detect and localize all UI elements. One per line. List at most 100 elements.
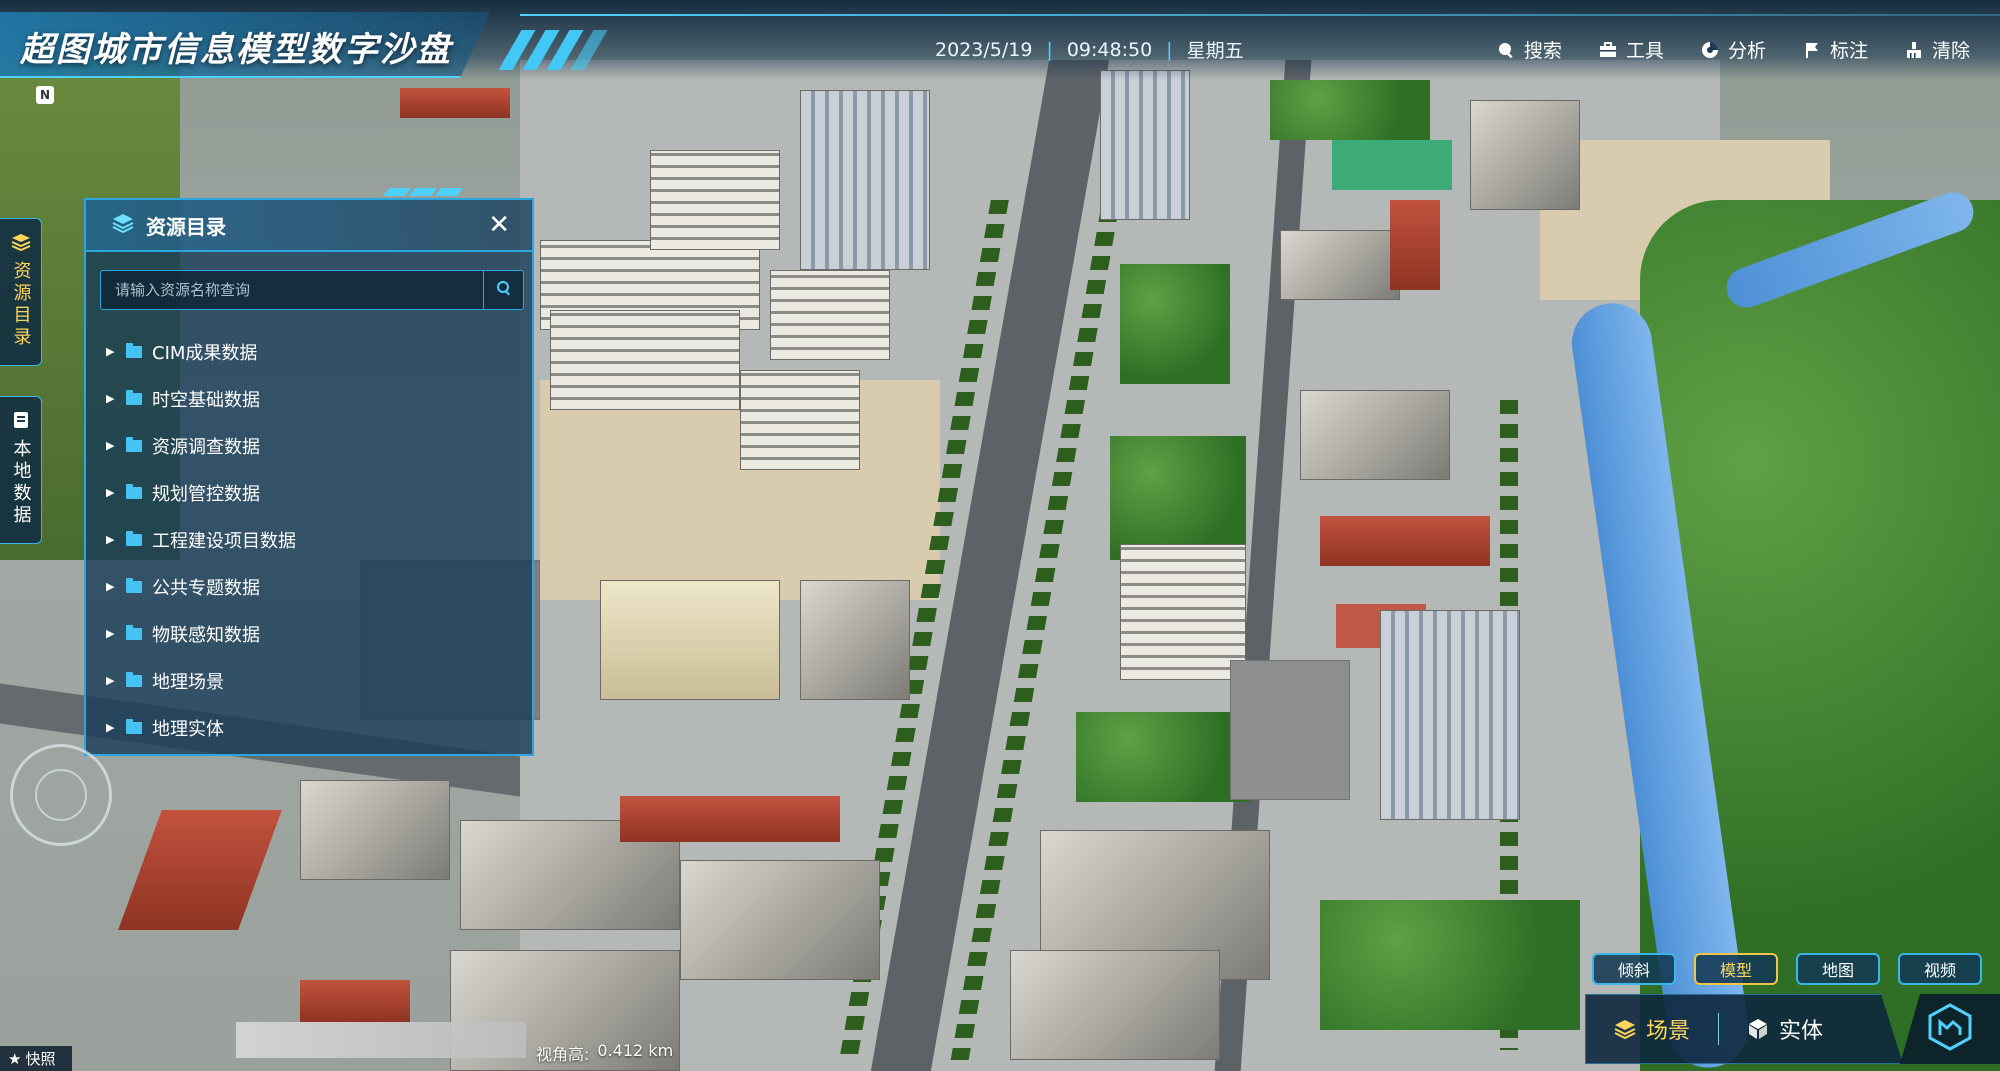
folder-icon (126, 530, 142, 546)
tree-item-cim[interactable]: ▶ CIM成果数据 (106, 328, 296, 375)
mode-video-button[interactable]: 视频 (1898, 953, 1982, 985)
tree-item-label: 公共专题数据 (152, 577, 260, 599)
building-8 (800, 580, 910, 700)
scene-label: 场景 (1646, 1019, 1691, 1044)
view-height-label: 视角高: (536, 1045, 590, 1064)
building-14 (300, 780, 450, 880)
tree-item-geo-scene[interactable]: ▶ 地理场景 (106, 657, 296, 704)
caret-right-icon: ▶ (106, 580, 115, 593)
tree-item-label: 工程建设项目数据 (152, 530, 296, 552)
tree-item-resource-survey[interactable]: ▶ 资源调查数据 (106, 422, 296, 469)
close-icon[interactable]: ✕ (488, 212, 510, 238)
layers-icon (11, 233, 31, 255)
tree-item-iot[interactable]: ▶ 物联感知数据 (106, 610, 296, 657)
clear-label: 清除 (1931, 40, 1970, 62)
mode-model-button[interactable]: 模型 (1694, 953, 1778, 985)
toolbox-icon (1598, 40, 1618, 60)
sports-field (1332, 140, 1452, 190)
tower-2 (1100, 70, 1190, 220)
caret-right-icon: ▶ (106, 345, 115, 358)
compass[interactable] (10, 744, 112, 846)
folder-icon (126, 671, 142, 687)
tree-item-spatiotemporal[interactable]: ▶ 时空基础数据 (106, 375, 296, 422)
tools-button[interactable]: 工具 (1598, 36, 1664, 63)
layers-icon (112, 213, 134, 237)
mode-oblique-button[interactable]: 倾斜 (1592, 953, 1676, 985)
loading-bar (236, 1022, 526, 1058)
weekday-text: 星期五 (1186, 40, 1244, 62)
scene-entity-switch: 场景 实体 (1585, 994, 1903, 1064)
folder-icon (126, 718, 142, 734)
scene-tab[interactable]: 场景 (1586, 995, 1718, 1063)
search-input[interactable] (101, 271, 481, 309)
caret-right-icon: ▶ (106, 392, 115, 405)
tree-item-label: 时空基础数据 (152, 389, 260, 411)
snapshot-label: 快照 (25, 1050, 56, 1068)
red-roof-4 (118, 810, 282, 930)
logo-icon (1925, 1002, 1975, 1056)
view-height-readout: 视角高: 0.412 km (536, 1041, 673, 1065)
caret-right-icon: ▶ (106, 674, 115, 687)
view-mode-buttons: 倾斜 模型 地图 视频 (1592, 953, 1982, 985)
tree-item-planning[interactable]: ▶ 规划管控数据 (106, 469, 296, 516)
tree-item-label: 地理实体 (152, 718, 224, 740)
lawn-1 (1120, 264, 1230, 384)
tree-item-label: CIM成果数据 (152, 342, 258, 364)
caret-right-icon: ▶ (106, 533, 115, 546)
compass-inner-ring (35, 769, 87, 821)
tree-item-label: 资源调查数据 (152, 436, 260, 458)
red-roof-6 (400, 88, 510, 118)
date-text: 2023/5/19 (935, 38, 1033, 61)
side-tab-label: 资源目录 (10, 261, 32, 349)
folder-icon (126, 483, 142, 499)
folder-icon (126, 389, 142, 405)
red-roof-2 (1320, 516, 1490, 566)
clear-button[interactable]: 清除 (1904, 36, 1970, 63)
mark-label: 标注 (1829, 40, 1868, 62)
tree-item-geo-entity[interactable]: ▶ 地理实体 (106, 704, 296, 751)
search-submit-button[interactable] (483, 271, 523, 309)
folder-icon (126, 624, 142, 640)
tree-item-public-topic[interactable]: ▶ 公共专题数据 (106, 563, 296, 610)
building-17 (1300, 390, 1450, 480)
lawn-4 (1320, 900, 1580, 1030)
lawn-3 (1076, 712, 1250, 802)
compass-north-label: N (36, 86, 54, 104)
red-roof-3 (1390, 200, 1440, 290)
entity-tab[interactable]: 实体 (1719, 995, 1851, 1063)
caret-right-icon: ▶ (106, 721, 115, 734)
search-icon (1496, 40, 1516, 60)
caret-right-icon: ▶ (106, 486, 115, 499)
resource-tree: ▶ CIM成果数据 ▶ 时空基础数据 ▶ 资源调查数据 ▶ 规划管控数据 ▶ 工程建设项目… (106, 328, 296, 751)
cube-icon (1747, 1018, 1769, 1040)
lawn-5 (1270, 80, 1430, 140)
analysis-button[interactable]: 分析 (1700, 36, 1766, 63)
folder-icon (126, 436, 142, 452)
mark-button[interactable]: 标注 (1802, 36, 1868, 63)
building-16 (1280, 230, 1400, 300)
red-roof-5 (300, 980, 410, 1022)
tree-item-construction[interactable]: ▶ 工程建设项目数据 (106, 516, 296, 563)
tree-item-label: 物联感知数据 (152, 624, 260, 646)
snapshot-button[interactable]: ★ 快照 (0, 1046, 72, 1071)
side-tab-local-data[interactable]: 本地数据 (0, 396, 42, 544)
building-13 (680, 860, 880, 980)
red-roof-1 (620, 796, 840, 842)
mode-map-button[interactable]: 地图 (1796, 953, 1880, 985)
star-icon: ★ (8, 1049, 22, 1068)
building-11 (1010, 950, 1220, 1060)
building-5 (740, 370, 860, 470)
side-tab-resource-catalog[interactable]: 资源目录 (0, 218, 42, 366)
analysis-icon (1700, 40, 1720, 60)
panel-header: 资源目录 ✕ (86, 200, 532, 252)
search-button[interactable]: 搜索 (1496, 36, 1562, 63)
building-4 (650, 150, 780, 250)
view-height-value: 0.412 km (597, 1041, 674, 1060)
resource-catalog-panel: 资源目录 ✕ ▶ CIM成果数据 ▶ 时空基础数据 ▶ 资源调查数据 ▶ 规划管控数据 … (84, 188, 534, 756)
document-icon (13, 411, 29, 433)
layers-icon (1614, 1018, 1636, 1040)
tree-item-label: 地理场景 (152, 671, 224, 693)
app-title: 超图城市信息模型数字沙盘 (20, 30, 452, 70)
datetime: 2023/5/19 | 09:48:50 | 星期五 (935, 36, 1244, 63)
grey-roof-2 (1230, 660, 1350, 800)
